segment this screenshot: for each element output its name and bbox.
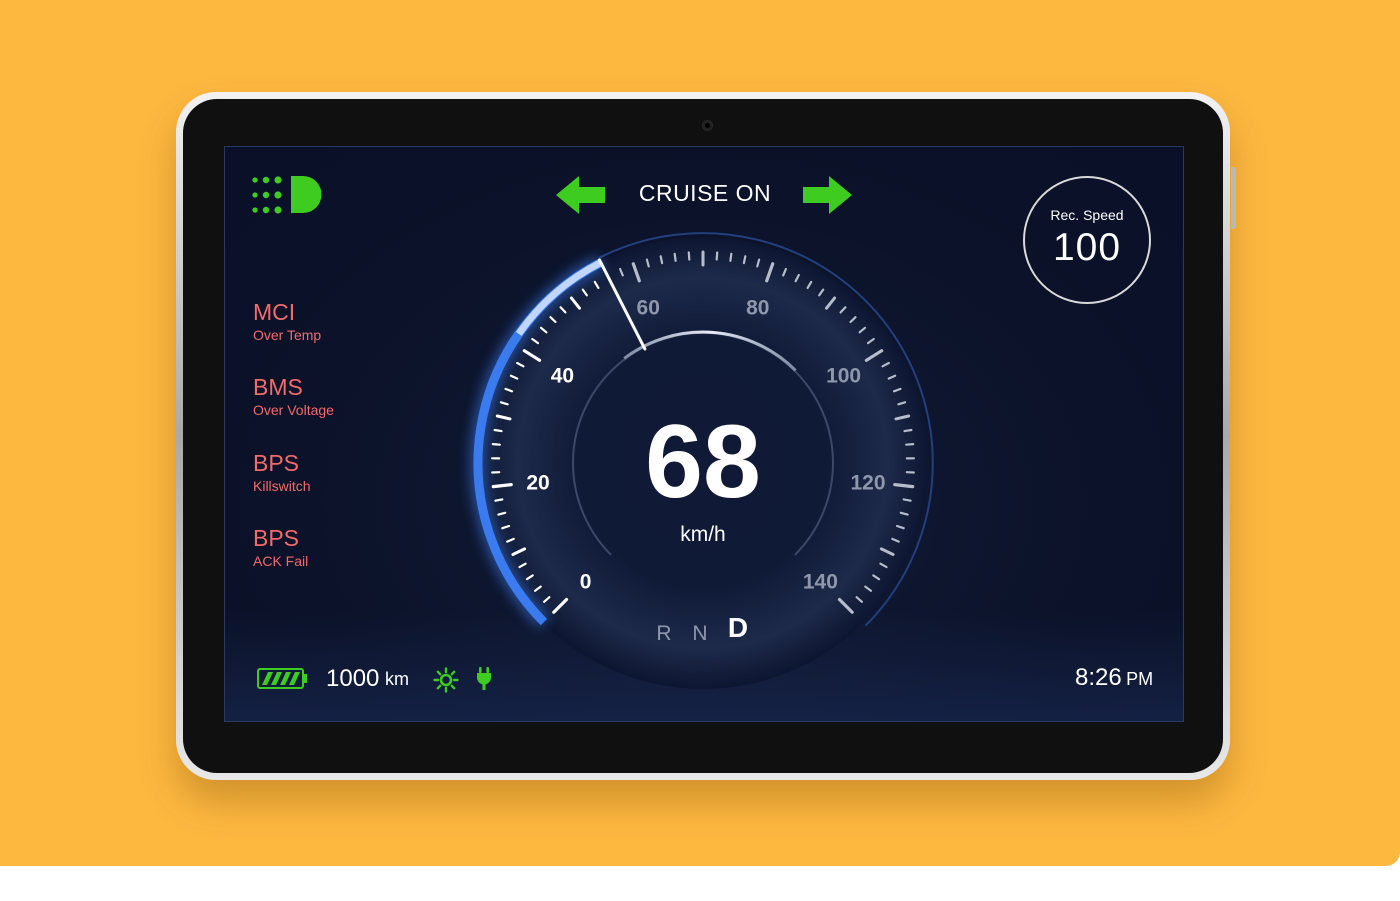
gear-r[interactable]: R	[656, 622, 671, 645]
speedometer: 0 20 40 60 80 100 120 140 68 km/h R N D	[470, 232, 934, 689]
minor-tick	[905, 443, 915, 446]
minor-tick	[659, 255, 664, 265]
tick-label: 0	[580, 570, 592, 593]
minor-tick	[494, 498, 504, 502]
dashboard-screen: CRUISE ON MCI Over Temp BMS Over Voltage…	[224, 146, 1184, 722]
minor-tick	[742, 255, 747, 265]
plug-icon	[477, 667, 491, 690]
minor-tick	[687, 251, 691, 261]
tick-label: 40	[551, 365, 574, 388]
tick-label: 20	[526, 472, 549, 495]
gear-d[interactable]: D	[728, 612, 748, 643]
minor-tick	[493, 428, 503, 433]
tick-label: 140	[803, 570, 838, 593]
power-button[interactable]	[1231, 167, 1236, 229]
clock-time: 8:26	[1075, 664, 1122, 691]
sun-icon	[433, 667, 459, 693]
minor-tick	[491, 443, 501, 446]
minor-tick	[903, 428, 913, 433]
clock: 8:26 PM	[1075, 664, 1153, 692]
tick-label: 100	[826, 365, 861, 388]
camera-icon	[703, 121, 712, 130]
minor-tick	[729, 252, 733, 262]
gear-n[interactable]: N	[692, 622, 707, 645]
clock-suffix: PM	[1126, 669, 1154, 689]
minor-tick	[673, 252, 677, 262]
tick-label: 120	[850, 472, 885, 495]
minor-tick	[715, 251, 719, 261]
major-tick	[893, 483, 915, 489]
range-value: 1000	[326, 665, 380, 692]
major-tick	[491, 483, 513, 489]
battery-icon	[257, 668, 307, 689]
minor-tick	[902, 498, 912, 502]
tick-label: 60	[637, 296, 660, 319]
speed-unit: km/h	[680, 523, 726, 546]
tick-label: 80	[746, 296, 769, 319]
range-unit: km	[385, 669, 409, 689]
current-speed: 68	[645, 404, 761, 520]
